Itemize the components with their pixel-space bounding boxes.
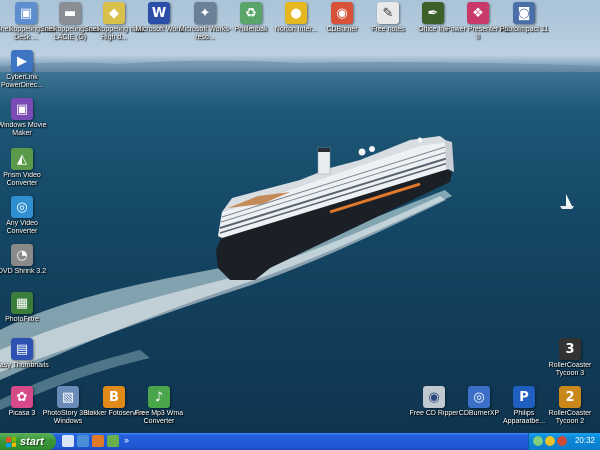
cdburnerxp-icon: ◎ (468, 386, 490, 408)
icon-label: PhotoImpact 11 (499, 26, 549, 33)
norton-icon: ● (285, 2, 307, 24)
photoimpact-icon: ◙ (513, 2, 535, 24)
dvd-icon: ◔ (11, 244, 33, 266)
office-ink-icon: ✒ (422, 2, 444, 24)
icon-rollercoaster-3[interactable]: 3 RollerCoaster Tycoon 3 (538, 338, 600, 378)
mp3-icon: ♪ (148, 386, 170, 408)
word-icon: W (148, 2, 170, 24)
picasa-icon: ✿ (11, 386, 33, 408)
icon-label: Prism Video Converter (3, 172, 41, 187)
works-icon: ✦ (194, 2, 216, 24)
icon-cyberlink[interactable]: ▶ CyberLink PowerDirec... (0, 50, 54, 90)
icon-windows-movie-maker[interactable]: ▣ Windows Movie Maker (0, 98, 54, 138)
clock[interactable]: 20:32 (575, 436, 595, 445)
icon-photoimpact[interactable]: ◙ PhotoImpact 11 (492, 2, 556, 34)
icon-dvd-shrink[interactable]: ◔ DVD Shrink 3.2 (0, 244, 54, 276)
icon-label: Windows Movie Maker (0, 122, 47, 137)
icon-label: RollerCoaster Tycoon 2 (548, 410, 592, 425)
icon-photofiltre[interactable]: ▦ PhotoFiltre (0, 292, 54, 324)
drive-icon: ▬ (59, 2, 81, 24)
quicklaunch-browser-icon[interactable] (77, 435, 89, 447)
icon-prism-video[interactable]: ◭ Prism Video Converter (0, 148, 54, 188)
icon-label: Free Mp3 Wma Converter (134, 410, 184, 425)
icon-any-video[interactable]: ◎ Any Video Converter (0, 196, 54, 236)
rollercoaster3-icon: 3 (559, 338, 581, 360)
icon-label: Easy Thumbnails (0, 362, 49, 369)
cyberlink-icon: ▶ (11, 50, 33, 72)
notes-icon: ✎ (377, 2, 399, 24)
icon-label: DVD Shrink 3.2 (0, 268, 47, 275)
photofiltre-icon: ▦ (11, 292, 33, 314)
recycle-bin-icon: ♻ (240, 2, 262, 24)
folder-icon: ◆ (103, 2, 125, 24)
windows-logo-icon (6, 435, 16, 448)
any-video-icon: ◎ (11, 196, 33, 218)
rollercoaster2-icon: 2 (559, 386, 581, 408)
icon-label: CyberLink PowerDirec... (0, 74, 43, 89)
start-button[interactable]: start (0, 433, 56, 450)
tray-network-icon[interactable] (533, 436, 543, 446)
quicklaunch-desktop-icon[interactable] (62, 435, 74, 447)
icon-label: RollerCoaster Tycoon 3 (548, 362, 592, 377)
icon-label: Any Video Converter (6, 220, 38, 235)
blokker-icon: B (103, 386, 125, 408)
movie-maker-icon: ▣ (11, 98, 33, 120)
presenter-icon: ❖ (467, 2, 489, 24)
quicklaunch-firefox-icon[interactable] (92, 435, 104, 447)
philips-icon: P (513, 386, 535, 408)
desktop: ▣ Snelkoppeling naar Desk ... ▬ Snelkopp… (0, 0, 600, 433)
wallpaper (0, 60, 600, 410)
cdburner-icon: ◉ (331, 2, 353, 24)
start-label: start (20, 435, 44, 448)
quicklaunch-media-icon[interactable] (107, 435, 119, 447)
icon-easy-thumbnails[interactable]: ▤ Easy Thumbnails (0, 338, 54, 370)
tray-norton-icon[interactable] (557, 436, 567, 446)
prism-icon: ◭ (11, 148, 33, 170)
thumbnails-icon: ▤ (11, 338, 33, 360)
icon-rollercoaster-2[interactable]: 2 RollerCoaster Tycoon 2 (538, 386, 600, 426)
tray-security-icon[interactable] (545, 436, 555, 446)
system-tray: 20:32 (528, 433, 600, 450)
photostory-icon: ▧ (57, 386, 79, 408)
icon-free-mp3-wma[interactable]: ♪ Free Mp3 Wma Converter (127, 386, 191, 426)
computer-icon: ▣ (15, 2, 37, 24)
taskbar: start » 20:32 (0, 433, 600, 450)
icon-label: PhotoFiltre (5, 316, 39, 323)
cd-ripper-icon: ◉ (423, 386, 445, 408)
quicklaunch-chevron-icon[interactable]: » (124, 435, 129, 445)
